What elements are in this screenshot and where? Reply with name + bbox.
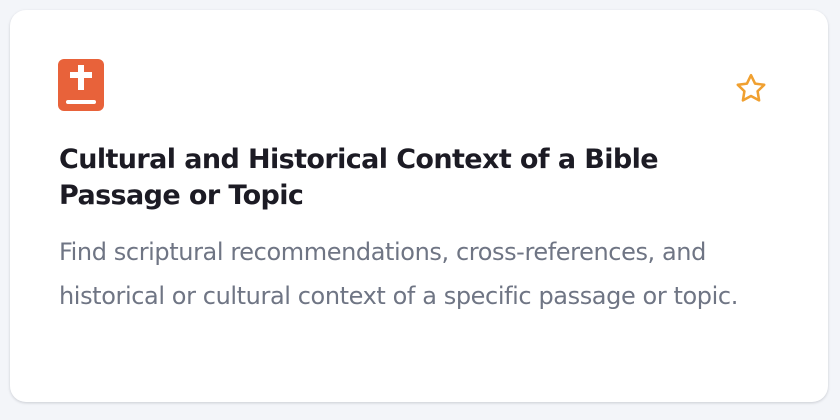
card-title: Cultural and Historical Context of a Bib… bbox=[59, 144, 659, 211]
star-outline-icon[interactable] bbox=[733, 71, 769, 107]
prompt-card[interactable]: Cultural and Historical Context of a Bib… bbox=[10, 10, 828, 402]
card-description: Find scriptural recommendations, cross-r… bbox=[59, 238, 738, 310]
bible-icon bbox=[58, 59, 104, 111]
